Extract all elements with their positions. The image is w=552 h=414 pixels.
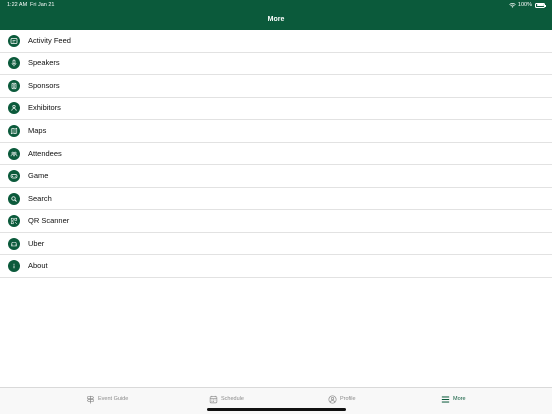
more-menu-list: Activity Feed Speakers Sponsors Exhibito… xyxy=(0,30,552,279)
menu-item-game[interactable]: Game xyxy=(0,165,552,188)
info-icon xyxy=(8,260,20,273)
menu-item-label: About xyxy=(28,261,48,271)
profile-icon xyxy=(328,395,337,403)
status-date: Fri Jan 21 xyxy=(30,2,55,8)
menu-item-search[interactable]: Search xyxy=(0,188,552,211)
status-indicators: 100% xyxy=(509,0,546,10)
menu-item-label: Maps xyxy=(28,125,47,135)
menu-item-label: Sponsors xyxy=(28,80,60,90)
tab-label: Profile xyxy=(340,396,356,402)
menu-item-about[interactable]: About xyxy=(0,255,552,279)
menu-item-activity-feed[interactable]: Activity Feed xyxy=(0,30,552,53)
menu-item-label: Attendees xyxy=(28,148,62,158)
search-icon xyxy=(8,192,20,205)
calendar-icon xyxy=(209,395,218,403)
menu-item-maps[interactable]: Maps xyxy=(0,120,552,143)
tab-event-guide[interactable]: Event Guide xyxy=(86,393,128,405)
home-indicator[interactable] xyxy=(207,408,346,411)
game-controller-icon xyxy=(8,170,20,183)
microphone-icon xyxy=(8,57,20,70)
tab-label: Schedule xyxy=(221,396,244,402)
status-bar: 1:22 AM Fri Jan 21 100% xyxy=(0,0,552,10)
qr-code-icon xyxy=(8,215,20,228)
menu-item-label: Game xyxy=(28,171,49,181)
menu-lines-icon xyxy=(441,395,450,403)
menu-item-uber[interactable]: Uber xyxy=(0,233,552,256)
navigation-header: 1:22 AM Fri Jan 21 100% More xyxy=(0,0,552,30)
battery-percent: 100% xyxy=(517,2,532,8)
attendees-icon xyxy=(8,147,20,160)
menu-item-label: QR Scanner xyxy=(28,216,70,226)
page-title: More xyxy=(267,16,285,23)
map-icon xyxy=(8,124,20,137)
menu-item-sponsors[interactable]: Sponsors xyxy=(0,75,552,98)
menu-item-attendees[interactable]: Attendees xyxy=(0,143,552,166)
menu-item-speakers[interactable]: Speakers xyxy=(0,53,552,76)
signpost-icon xyxy=(86,395,95,403)
menu-item-label: Speakers xyxy=(28,58,60,68)
menu-item-label: Search xyxy=(28,193,52,203)
menu-item-exhibitors[interactable]: Exhibitors xyxy=(0,98,552,121)
activity-feed-icon xyxy=(8,34,20,47)
tab-profile[interactable]: Profile xyxy=(328,393,356,405)
car-icon xyxy=(8,237,20,250)
wifi-icon xyxy=(509,2,516,8)
status-time: 1:22 AM xyxy=(7,2,28,8)
menu-item-label: Uber xyxy=(28,238,45,248)
tab-label: More xyxy=(453,396,466,402)
tab-more[interactable]: More xyxy=(441,393,466,405)
tab-schedule[interactable]: Schedule xyxy=(209,393,244,405)
battery-icon xyxy=(535,2,546,8)
menu-item-label: Activity Feed xyxy=(28,35,71,45)
sponsor-badge-icon xyxy=(8,79,20,92)
menu-item-qr-scanner[interactable]: QR Scanner xyxy=(0,210,552,233)
menu-item-label: Exhibitors xyxy=(28,103,61,113)
exhibitor-icon xyxy=(8,102,20,115)
tab-label: Event Guide xyxy=(98,396,129,402)
